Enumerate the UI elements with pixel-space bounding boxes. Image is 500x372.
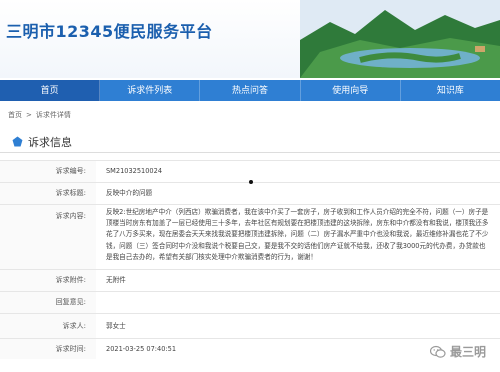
request-title-value: 反映中介的问题: [106, 189, 153, 197]
reply-label: 回复意见:: [0, 292, 96, 313]
section-header: 诉求信息: [0, 130, 500, 153]
request-title-label: 诉求标题:: [0, 183, 96, 204]
landscape-banner-image: [300, 0, 500, 78]
request-content-value: 反映2:世纪房地产中介（列西店）欺骗消费者，我在该中介买了一套房子，房子收到和工…: [106, 208, 489, 261]
row-request-title: 诉求标题: 反映中介的问题: [0, 182, 500, 204]
site-header: 三明市12345便民服务平台: [0, 0, 500, 78]
row-request-time: 诉求时间: 2021-03-25 07:40:51: [0, 338, 500, 359]
watermark-text: 最三明: [449, 345, 486, 359]
breadcrumb: 首页 > 诉求件详情: [8, 110, 71, 120]
pentagon-icon: [12, 136, 23, 147]
row-reply: 回复意见:: [0, 291, 500, 313]
requester-label: 诉求人:: [0, 314, 96, 338]
section-title: 诉求信息: [28, 136, 72, 149]
main-nav: 首页 诉求件列表 热点问答 使用向导 知识库: [0, 80, 500, 101]
request-detail-form: 诉求编号: SM21032510024 诉求标题: 反映中介的问题 诉求内容: …: [0, 160, 500, 359]
row-attachment: 诉求附件: 无附件: [0, 269, 500, 291]
watermark: 最三明: [429, 343, 486, 360]
breadcrumb-separator: >: [26, 111, 32, 119]
row-request-content: 诉求内容: 反映2:世纪房地产中介（列西店）欺骗消费者，我在该中介买了一套房子，…: [0, 204, 500, 269]
site-title: 三明市12345便民服务平台: [6, 22, 213, 41]
row-request-number: 诉求编号: SM21032510024: [0, 160, 500, 182]
row-requester: 诉求人: 郭女士: [0, 313, 500, 338]
reply-value: [96, 292, 500, 313]
request-content-label: 诉求内容:: [0, 205, 96, 269]
request-number-value: SM21032510024: [106, 167, 163, 175]
request-number-label: 诉求编号:: [0, 161, 96, 182]
nav-item-guide[interactable]: 使用向导: [301, 80, 401, 101]
request-time-label: 诉求时间:: [0, 339, 96, 359]
cursor-dot: [249, 180, 253, 184]
wechat-icon: [429, 345, 446, 358]
attachment-value: 无附件: [106, 276, 126, 284]
nav-item-knowledge[interactable]: 知识库: [401, 80, 500, 101]
nav-item-requests[interactable]: 诉求件列表: [100, 80, 201, 101]
breadcrumb-home-link[interactable]: 首页: [8, 110, 22, 120]
requester-value: 郭女士: [106, 322, 126, 330]
nav-item-hot-qa[interactable]: 热点问答: [200, 80, 301, 101]
nav-item-home[interactable]: 首页: [0, 80, 101, 101]
attachment-label: 诉求附件:: [0, 270, 96, 291]
breadcrumb-current: 诉求件详情: [35, 111, 71, 119]
